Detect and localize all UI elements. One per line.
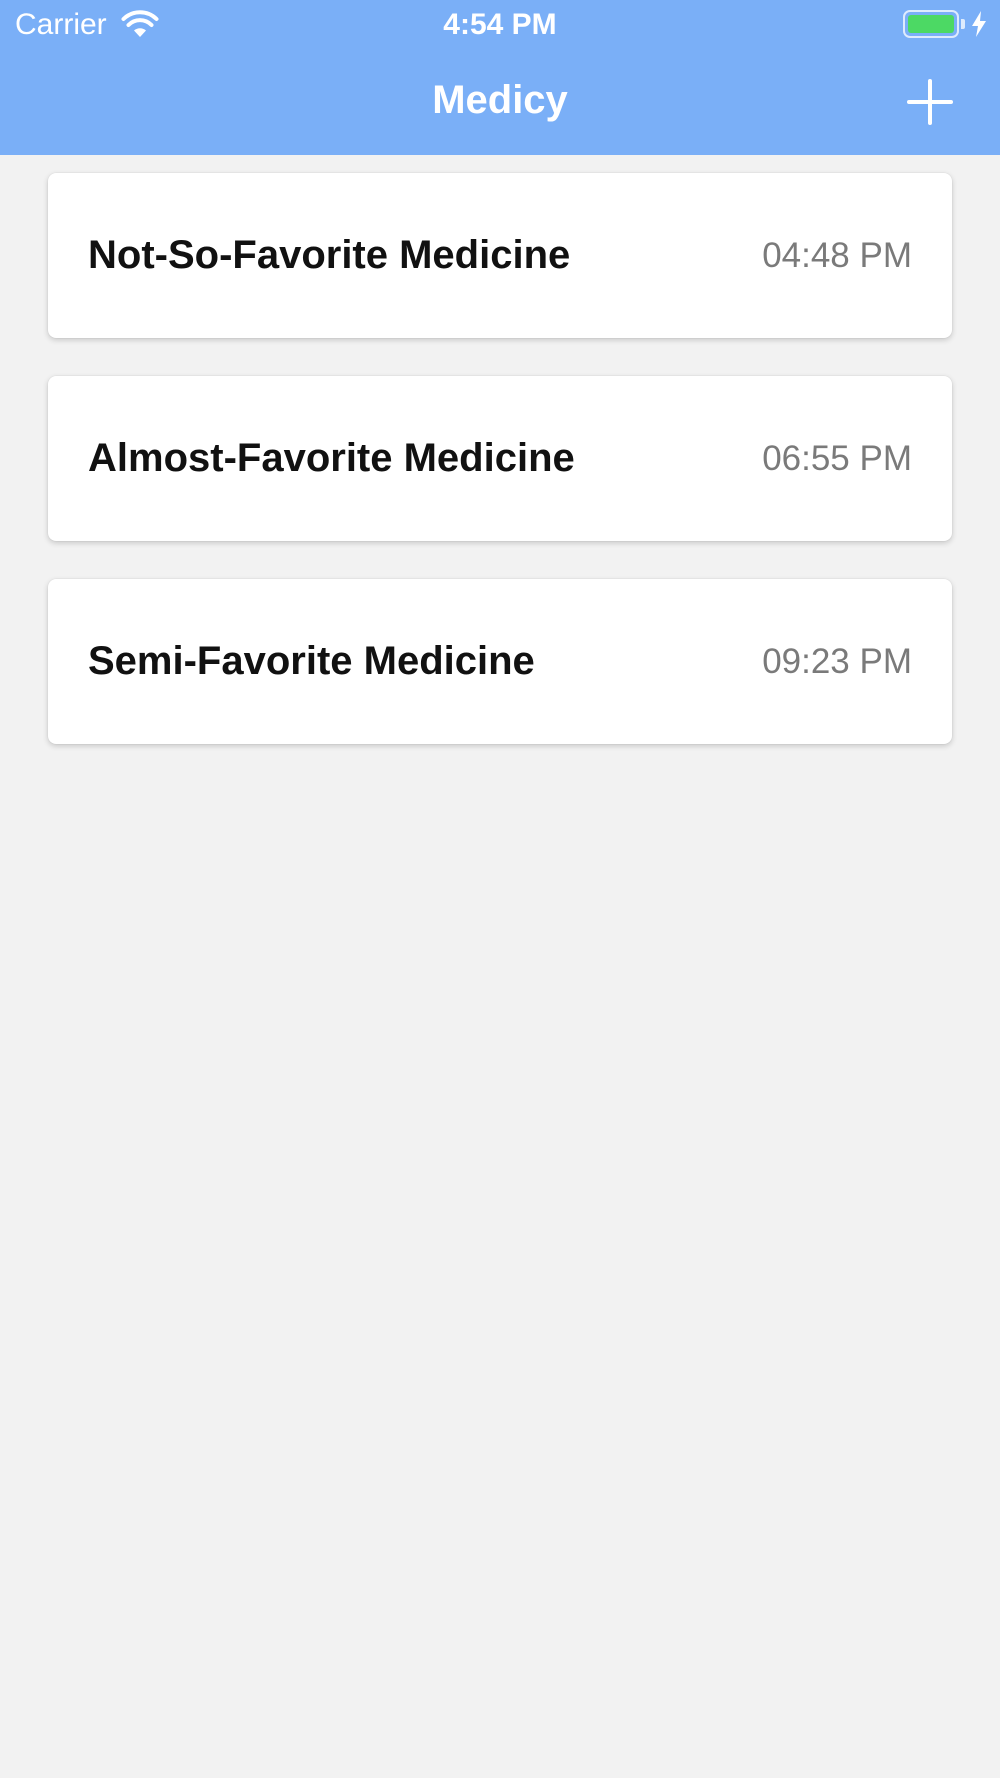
charging-bolt-icon (972, 11, 986, 37)
medicine-list: Not-So-Favorite Medicine 04:48 PM Almost… (48, 173, 952, 782)
status-bar: Carrier 4:54 PM (0, 0, 1000, 50)
battery-cap (961, 19, 965, 29)
medicine-time: 04:48 PM (762, 236, 912, 275)
page-title: Medicy (432, 78, 568, 122)
medicine-name: Semi-Favorite Medicine (88, 639, 535, 683)
add-medicine-button[interactable] (904, 76, 956, 128)
medicine-card[interactable]: Almost-Favorite Medicine 06:55 PM (48, 376, 952, 541)
status-time: 4:54 PM (443, 8, 557, 41)
battery-level (908, 15, 954, 33)
medicine-time: 09:23 PM (762, 642, 912, 681)
medicine-time: 06:55 PM (762, 439, 912, 478)
medicine-card[interactable]: Semi-Favorite Medicine 09:23 PM (48, 579, 952, 744)
medicine-card[interactable]: Not-So-Favorite Medicine 04:48 PM (48, 173, 952, 338)
battery-icon (903, 10, 959, 38)
plus-icon (907, 79, 953, 125)
nav-header: Carrier 4:54 PM Medicy (0, 0, 1000, 155)
medicine-name: Almost-Favorite Medicine (88, 436, 575, 480)
medicine-name: Not-So-Favorite Medicine (88, 233, 571, 277)
